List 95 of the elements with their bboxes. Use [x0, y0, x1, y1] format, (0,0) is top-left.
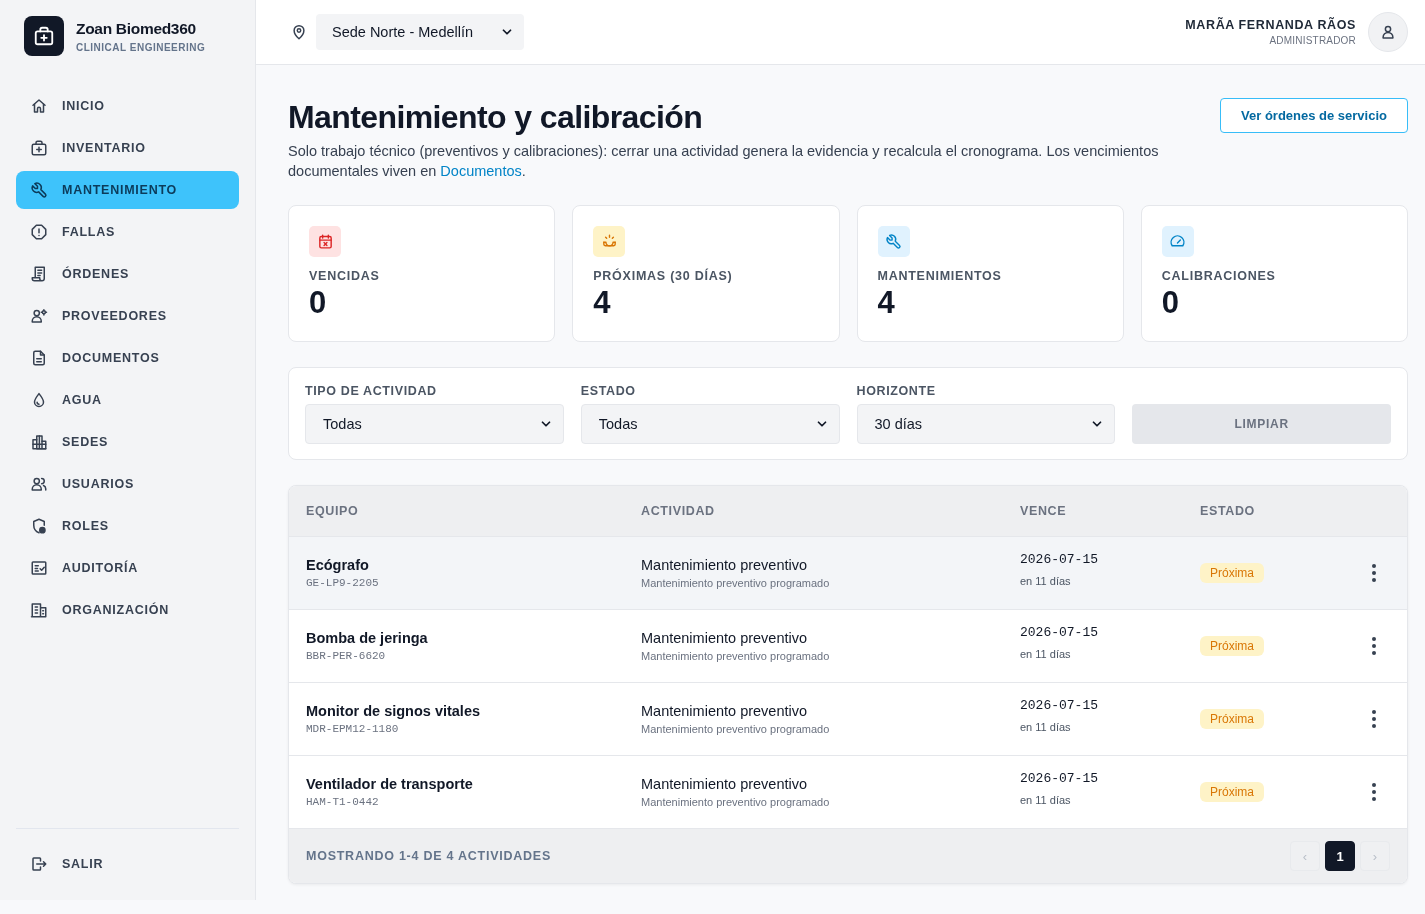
user-sparkle-icon: [30, 307, 48, 325]
nav-item[interactable]: SEDES: [16, 423, 239, 461]
activity-detail: Mantenimiento preventivo programado: [641, 576, 830, 590]
filter-select[interactable]: Todas: [305, 404, 564, 444]
nav-item[interactable]: PROVEEDORES: [16, 297, 239, 335]
activity-title: Mantenimiento preventivo: [641, 556, 808, 574]
buildings-icon: [30, 433, 48, 451]
medical-kit-icon: [30, 139, 48, 157]
filter-label: HORIZONTE: [856, 383, 937, 399]
shield-user-icon: [30, 517, 48, 535]
user-avatar-icon[interactable]: [1368, 12, 1408, 52]
due-date: 2026-07-15: [1020, 625, 1098, 641]
activity-detail: Mantenimiento preventivo programado: [641, 649, 830, 663]
sunrise-icon: [593, 226, 626, 257]
nav-item[interactable]: FALLAS: [16, 213, 239, 251]
nav-item[interactable]: ÓRDENES: [16, 255, 239, 293]
wrench-icon: [30, 181, 48, 199]
column-header: VENCE: [1020, 504, 1068, 518]
equipment-name: Monitor de signos vitales: [306, 702, 481, 720]
activity-detail: Mantenimiento preventivo programado: [641, 722, 830, 736]
status-badge: Próxima: [1200, 563, 1264, 583]
stat-value: 0: [1161, 285, 1180, 321]
equipment-code: MDR-EPM12-1180: [306, 722, 399, 736]
column-header: ESTADO: [1200, 504, 1256, 518]
user-role: ADMINISTRADOR: [1269, 35, 1356, 46]
column-header: ACTIVIDAD: [641, 504, 716, 518]
filter-label: ESTADO: [580, 383, 637, 399]
results-summary: MOSTRANDO 1-4 DE 4 ACTIVIDADES: [306, 849, 551, 863]
nav-item[interactable]: USUARIOS: [16, 465, 239, 503]
nav-item[interactable]: ROLES: [16, 507, 239, 545]
documents-link[interactable]: Documentos: [440, 163, 522, 179]
users-icon: [30, 475, 48, 493]
filter-select[interactable]: Todas: [580, 404, 840, 444]
filter-label: TIPO DE ACTIVIDAD: [305, 383, 438, 399]
due-relative: en 11 días: [1020, 647, 1071, 661]
page-description: Solo trabajo técnico (preventivos y calibraciones): cerrar una actividad genera la evidencia y recalcula el cronograma. Los vencimientos documentales viven en Documentos.: [288, 142, 1160, 181]
user-name: MARÃA FERNANDA RÃOS: [1185, 18, 1356, 32]
equipment-code: GE-LP9-2205: [306, 576, 379, 590]
table-row[interactable]: Ventilador de transporte HAM-T1-0442 Mantenimiento preventivo Mantenimiento preventivo programado 2026-07-15 en 11 días Próxima: [289, 755, 1407, 828]
activity-title: Mantenimiento preventivo: [641, 629, 808, 647]
due-date: 2026-07-15: [1020, 698, 1098, 714]
due-date: 2026-07-15: [1020, 771, 1098, 787]
due-relative: en 11 días: [1020, 793, 1071, 807]
building-icon: [30, 601, 48, 619]
stat-label: PRÓXIMAS (30 DÍAS): [593, 268, 734, 284]
logout-icon: [30, 855, 48, 873]
gauge-icon: [1161, 226, 1194, 257]
table-row[interactable]: Bomba de jeringa BBR-PER-6620 Mantenimiento preventivo Mantenimiento preventivo programado 2026-07-15 en 11 días Próxima: [289, 609, 1407, 682]
nav-item[interactable]: INVENTARIO: [16, 129, 239, 167]
brand-name: Zoan Biomed360: [76, 19, 197, 38]
stat-label: VENCIDAS: [309, 268, 381, 284]
medical-kit-logo-icon: [24, 16, 64, 56]
brand-tagline: CLINICAL ENGINEERING: [76, 41, 206, 53]
nav-item[interactable]: ORGANIZACIÓN: [16, 591, 239, 629]
equipment-code: HAM-T1-0442: [306, 795, 379, 809]
equipment-code: BBR-PER-6620: [306, 649, 386, 663]
stat-value: 0: [309, 285, 328, 321]
equipment-name: Bomba de jeringa: [306, 629, 428, 647]
status-badge: Próxima: [1200, 782, 1264, 802]
nav-item[interactable]: AUDITORÍA: [16, 549, 239, 587]
activity-detail: Mantenimiento preventivo programado: [641, 795, 830, 809]
stat-value: 4: [877, 285, 896, 321]
table-row[interactable]: Monitor de signos vitales MDR-EPM12-1180 Mantenimiento preventivo Mantenimiento preventivo programado 2026-07-15 en 11 días Próxima: [289, 682, 1407, 755]
page-button[interactable]: 1: [1325, 841, 1355, 871]
service-orders-button[interactable]: Ver órdenes de servicio: [1220, 98, 1408, 133]
equipment-name: Ventilador de transporte: [306, 775, 473, 793]
checklist-icon: [30, 559, 48, 577]
wrench-icon: [877, 226, 910, 257]
nav-item[interactable]: AGUA: [16, 381, 239, 419]
due-relative: en 11 días: [1020, 720, 1071, 734]
home-icon: [30, 97, 48, 115]
stat-label: MANTENIMIENTOS: [877, 268, 1003, 284]
page-title: Mantenimiento y calibración: [288, 98, 704, 137]
nav-item[interactable]: INICIO: [16, 87, 239, 125]
receipt-icon: [30, 265, 48, 283]
due-relative: en 11 días: [1020, 574, 1071, 588]
calendar-x-icon: [309, 226, 341, 257]
column-header: EQUIPO: [306, 504, 360, 518]
alert-octagon-icon: [30, 223, 48, 241]
site-select[interactable]: Sede Norte - Medellín: [316, 14, 524, 50]
logout-item[interactable]: SALIR: [16, 845, 239, 883]
table-row[interactable]: Ecógrafo GE-LP9-2205 Mantenimiento preventivo Mantenimiento preventivo programado 2026-07-15 en 11 días Próxima: [289, 536, 1407, 609]
filter-select[interactable]: 30 días: [856, 404, 1116, 444]
stat-label: CALIBRACIONES: [1161, 268, 1277, 284]
nav-item[interactable]: MANTENIMIENTO: [16, 171, 239, 209]
map-pin-icon: [290, 23, 308, 41]
status-badge: Próxima: [1200, 636, 1264, 656]
document-icon: [30, 349, 48, 367]
activity-title: Mantenimiento preventivo: [641, 775, 808, 793]
nav-item[interactable]: DOCUMENTOS: [16, 339, 239, 377]
status-badge: Próxima: [1200, 709, 1264, 729]
equipment-name: Ecógrafo: [306, 556, 369, 574]
activity-title: Mantenimiento preventivo: [641, 702, 808, 720]
due-date: 2026-07-15: [1020, 552, 1098, 568]
stat-value: 4: [593, 285, 612, 321]
